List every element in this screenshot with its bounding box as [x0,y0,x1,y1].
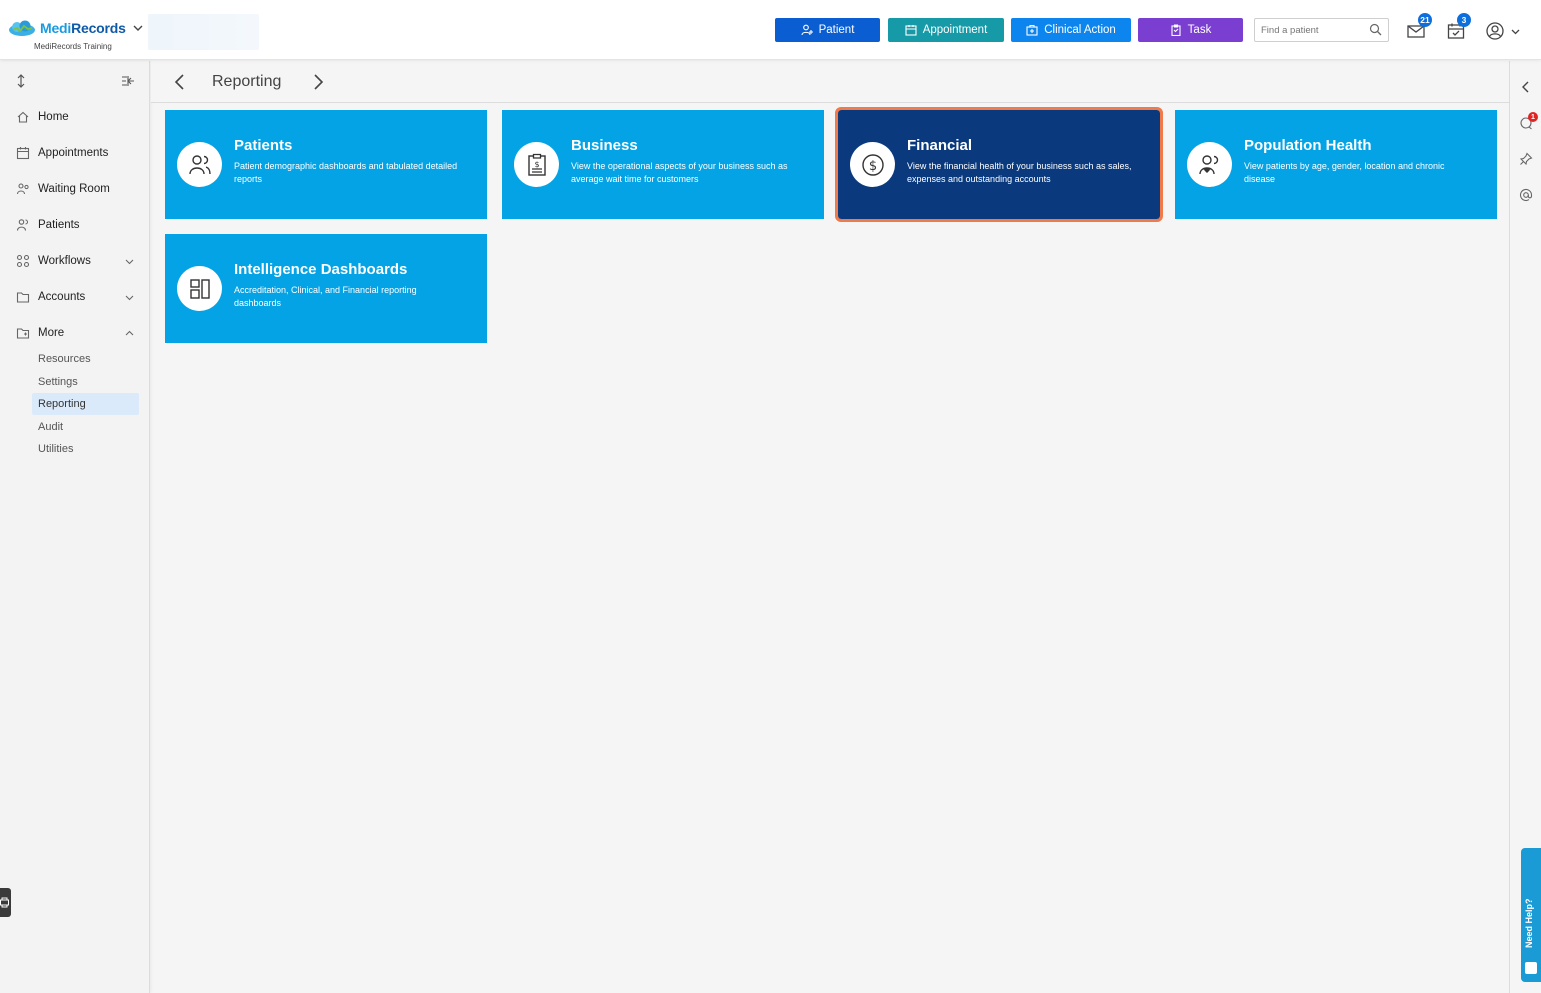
svg-text:$: $ [868,159,876,174]
side-drawer-tab[interactable] [0,888,11,917]
workflow-icon [16,254,30,268]
sidebar-subitem-reporting[interactable]: Reporting [32,393,139,415]
sidebar-subitem-utilities[interactable]: Utilities [32,438,139,460]
chevron-down-icon[interactable] [1510,26,1521,37]
breadcrumb: Reporting [151,61,1509,103]
tile-title: Patients [234,137,293,154]
tile-title: Financial [907,137,973,154]
report-tile-financial[interactable]: $ Financial View the financial health of… [835,107,1163,222]
report-tile-business[interactable]: $ Business View the operational aspects … [502,110,824,219]
tile-description: View the financial health of your busine… [907,161,1132,184]
need-help-tab[interactable]: Need Help? [1521,848,1541,982]
new-task-button[interactable]: Task [1138,18,1243,42]
sidebar-item-home[interactable]: Home [0,103,150,131]
sidebar: Home Appointments Waiting Room Patients … [0,61,150,993]
sidebar-subitem-audit[interactable]: Audit [32,416,139,438]
folder-icon [16,292,30,303]
new-patient-button[interactable]: Patient [775,18,880,42]
dashboard-layout-icon [177,266,222,311]
clipboard-icon [1171,24,1181,36]
users-heart-icon [1187,142,1232,187]
chevron-up-icon[interactable] [124,328,135,339]
sidebar-item-appointments[interactable]: Appointments [0,139,150,167]
chevron-down-icon[interactable] [132,22,144,34]
chevron-right-icon[interactable] [311,73,325,91]
org-banner [148,14,259,50]
more-folder-icon [16,328,30,339]
tile-title: Intelligence Dashboards [234,261,408,278]
svg-text:$: $ [534,160,539,169]
chevron-down-icon[interactable] [124,292,135,303]
org-name: MediRecords Training [34,42,112,51]
need-help-label: Need Help? [1524,898,1534,948]
users-icon [177,142,222,187]
sidebar-item-patients[interactable]: Patients [0,211,150,239]
help-icon [1525,962,1537,974]
cloud-logo-icon [8,20,36,36]
user-account-icon[interactable] [1485,21,1505,41]
tile-title: Business [571,137,638,154]
collapse-sidebar-icon[interactable] [121,74,135,88]
tasks-count-badge: 3 [1457,13,1471,27]
tile-description: Patient demographic dashboards and tabul… [234,161,458,184]
sidebar-subitem-settings[interactable]: Settings [32,371,139,393]
page-title: Reporting [212,73,282,90]
report-tile-intelligence-dashboards[interactable]: Intelligence Dashboards Accreditation, C… [165,234,487,343]
clipboard-dollar-icon: $ [514,142,559,187]
pin-icon[interactable] [1519,152,1533,166]
chevron-left-icon[interactable] [173,73,187,91]
calendar-icon [905,25,917,36]
sidebar-subitem-resources[interactable]: Resources [32,348,139,370]
tile-description: Accreditation, Clinical, and Financial r… [234,285,417,308]
tile-title: Population Health [1244,137,1372,154]
sidebar-item-waiting-room[interactable]: Waiting Room [0,175,150,203]
expand-vertical-icon[interactable] [14,74,28,88]
chevron-left-icon[interactable] [1519,80,1533,94]
brand-logo[interactable]: MediRecords MediRecords Training [8,18,144,54]
report-tile-population-health[interactable]: Population Health View patients by age, … [1175,110,1497,219]
mail-count-badge: 21 [1418,13,1432,27]
sidebar-item-workflows[interactable]: Workflows [0,247,150,275]
top-header: MediRecords MediRecords Training Patient… [0,0,1541,60]
calendar-icon [16,147,30,160]
new-clinical-action-button[interactable]: Clinical Action [1011,18,1131,42]
report-tile-patients[interactable]: Patients Patient demographic dashboards … [165,110,487,219]
dollar-circle-icon: $ [850,142,895,187]
user-plus-icon [801,24,813,36]
waiting-room-icon [16,183,29,195]
brand-name: MediRecords [40,20,126,36]
clinical-icon [1026,24,1038,36]
notification-badge: 1 [1528,112,1538,122]
new-appointment-button[interactable]: Appointment [888,18,1004,42]
users-icon [16,219,28,231]
tile-description: View the operational aspects of your bus… [571,161,788,184]
printer-icon [0,897,9,908]
home-icon [17,111,29,123]
sidebar-item-more[interactable]: More [0,319,150,347]
tile-description: View patients by age, gender, location a… [1244,161,1445,184]
sidebar-item-accounts[interactable]: Accounts [0,283,150,311]
search-icon[interactable] [1369,23,1382,36]
chevron-down-icon[interactable] [124,256,135,267]
at-sign-icon[interactable] [1519,188,1533,202]
